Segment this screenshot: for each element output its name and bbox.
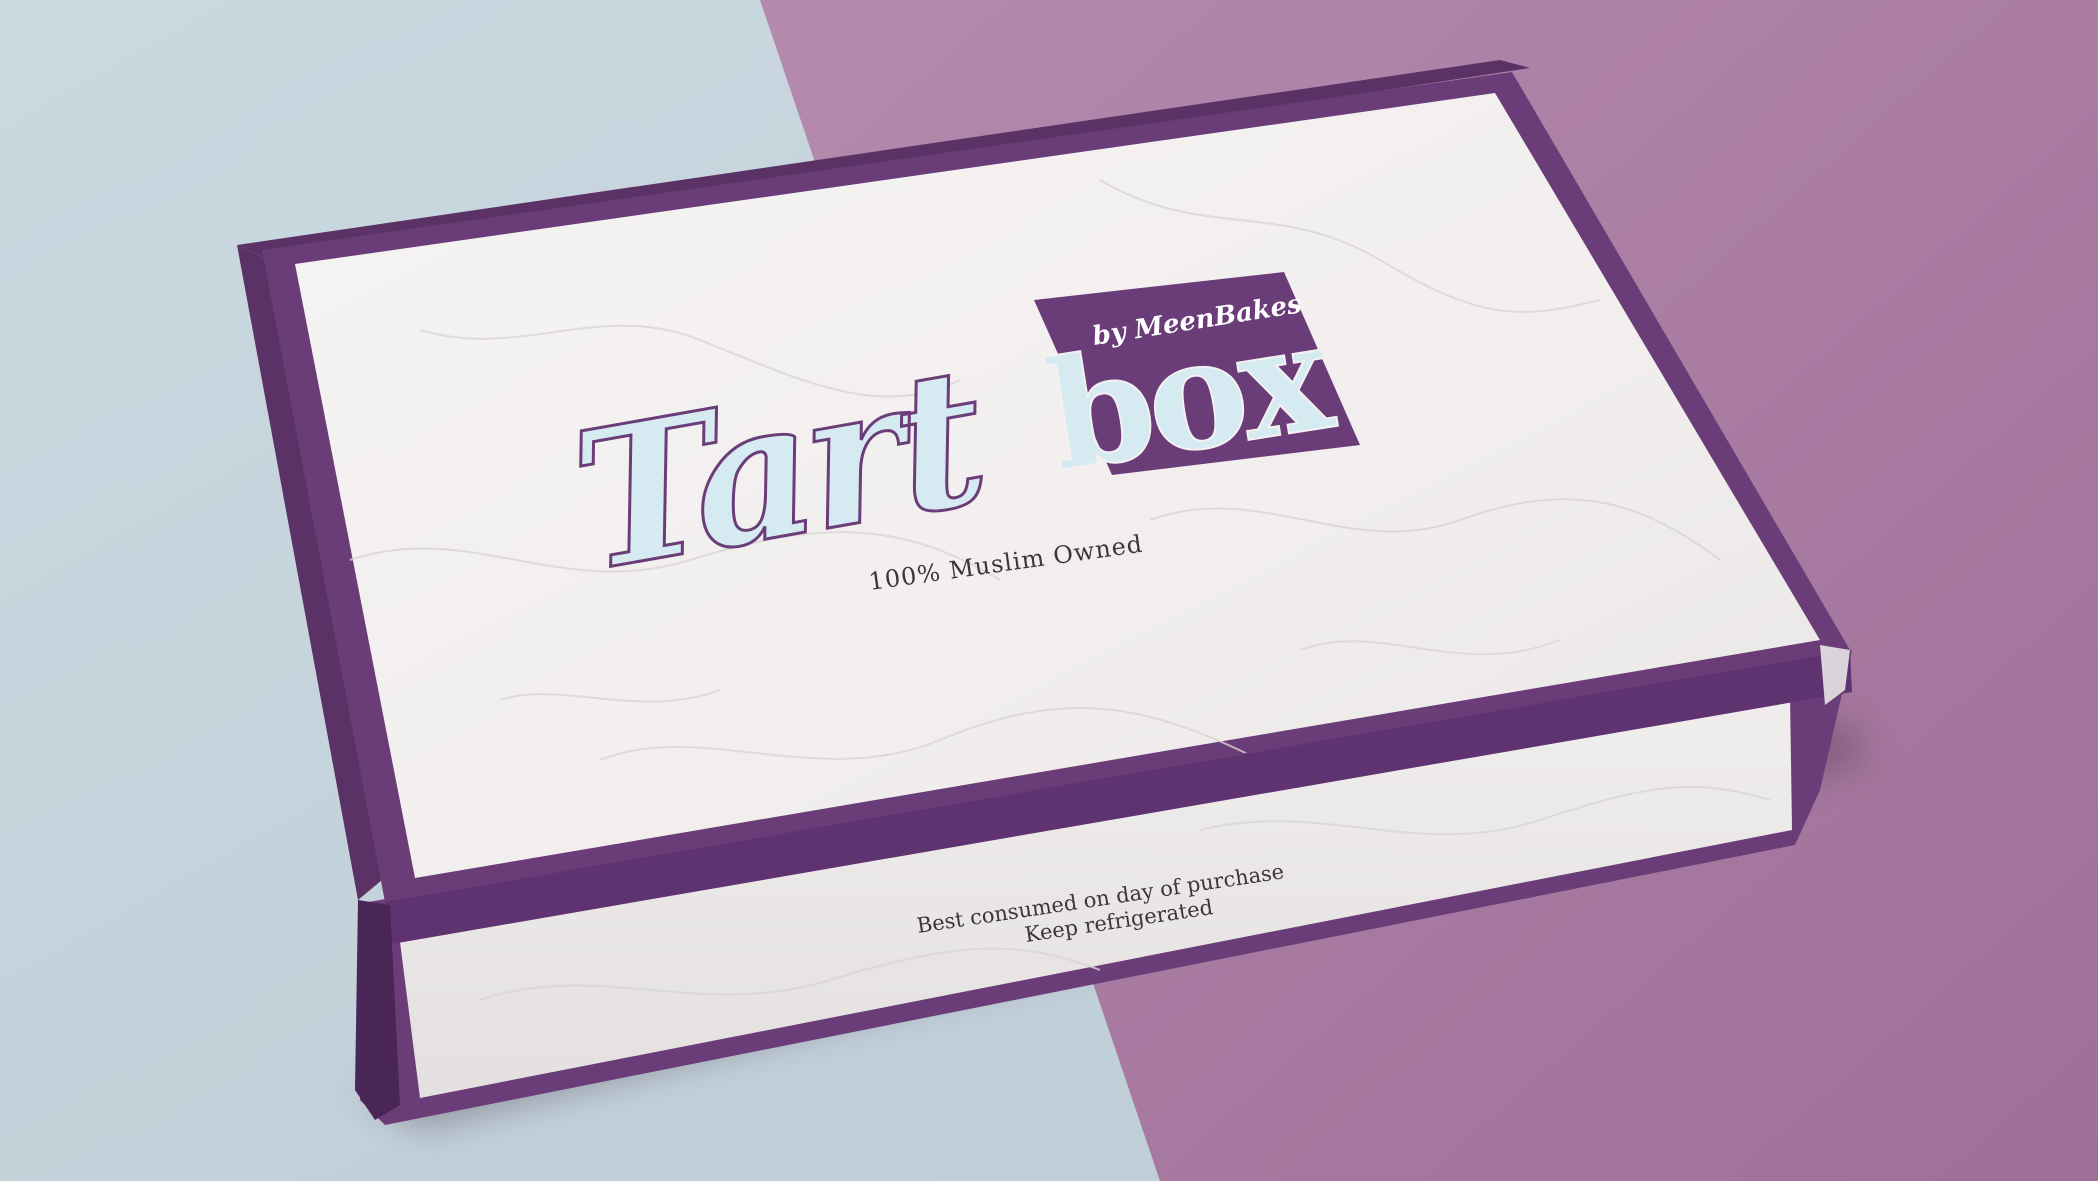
product-photo: Tart box by MeenBakes 100% Muslim Owned … bbox=[0, 0, 2098, 1181]
box-photo-svg: Tart box by MeenBakes 100% Muslim Owned … bbox=[0, 0, 2098, 1181]
